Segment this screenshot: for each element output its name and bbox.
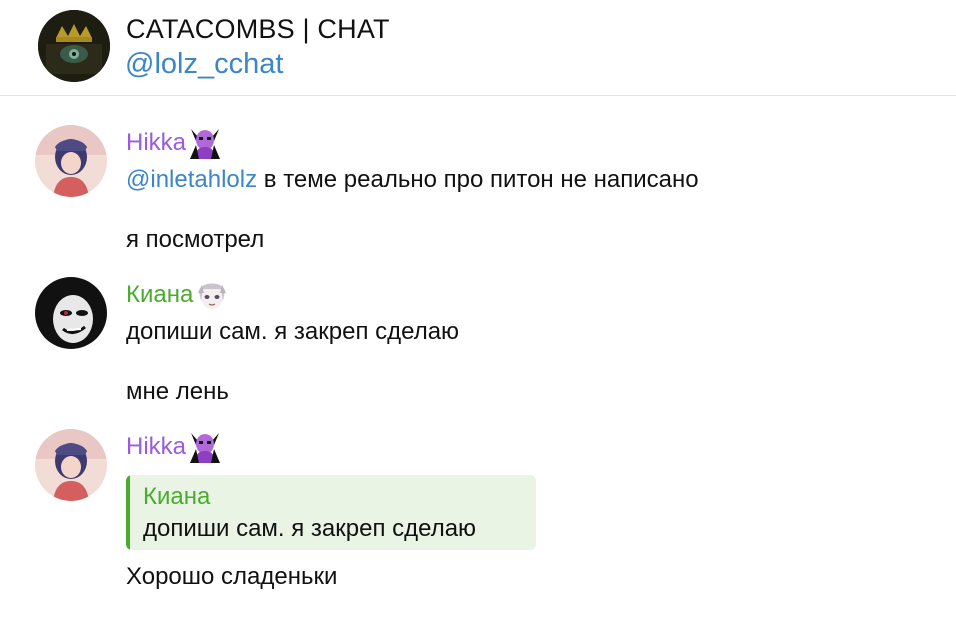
catacombs-logo-icon: [38, 10, 110, 82]
message-text: @inletahlolz в теме реально про питон не…: [126, 166, 699, 194]
purple-demon-emoji-icon: [190, 129, 221, 159]
reply-quote[interactable]: Киана допиши сам. я закреп сделаю: [126, 475, 536, 550]
user-mention-link[interactable]: @inletahlolz: [126, 166, 257, 193]
reply-text: допиши сам. я закреп сделаю: [143, 515, 477, 542]
message-text: допиши сам. я закреп сделаю: [126, 318, 460, 345]
chat-title[interactable]: CATACOMBS | CHAT: [126, 14, 390, 45]
avatar-hikka[interactable]: [35, 429, 107, 501]
message-text: мне лень: [126, 378, 229, 405]
reply-accent-bar: [126, 475, 130, 550]
purple-demon-emoji-icon: [190, 433, 221, 463]
reply-author: Киана: [143, 483, 211, 510]
message-text: я посмотрел: [126, 226, 265, 253]
hikka-avatar-icon: [35, 429, 107, 501]
message-text-rest: в теме реально про питон не написано: [257, 166, 699, 193]
avatar-kiana[interactable]: [35, 277, 107, 349]
author-name: Hikka: [126, 129, 187, 156]
avatar-hikka[interactable]: [35, 125, 107, 197]
hikka-avatar-icon: [35, 125, 107, 197]
message-author[interactable]: Киана: [126, 279, 230, 311]
message-text: Хорошо сладеньки: [126, 563, 338, 590]
anime-girl-emoji-icon: [195, 279, 230, 311]
message-author[interactable]: Hikka: [126, 431, 222, 463]
chat-avatar[interactable]: [38, 10, 110, 82]
chat-handle-link[interactable]: @lolz_cchat: [125, 48, 283, 81]
message-author[interactable]: Hikka: [126, 127, 222, 159]
kiana-avatar-icon: [35, 277, 107, 349]
chat-header: CATACOMBS | CHAT @lolz_cchat: [0, 0, 956, 96]
author-name: Киана: [126, 281, 194, 308]
author-name: Hikka: [126, 433, 187, 460]
